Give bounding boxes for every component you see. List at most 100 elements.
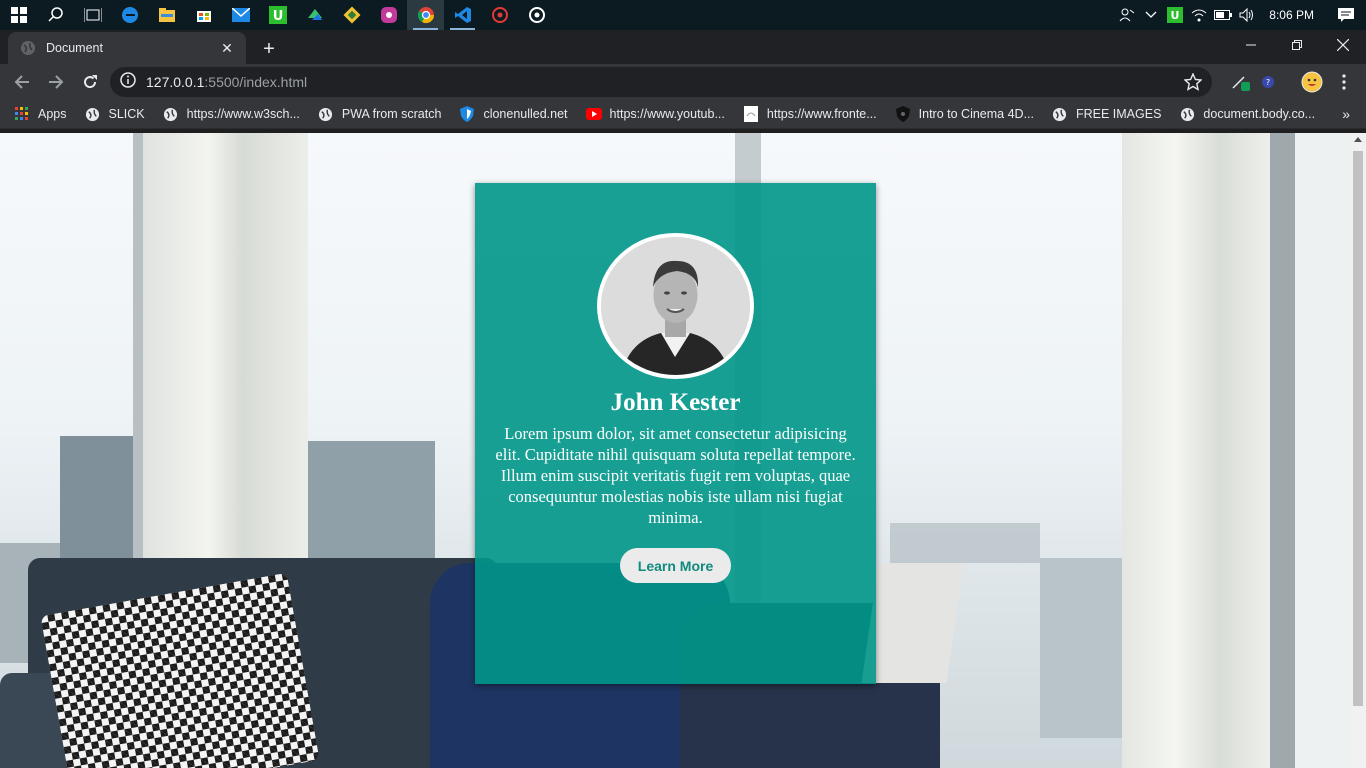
bookmark-label: SLICK — [108, 107, 145, 121]
curtain-right — [1122, 133, 1272, 768]
menu-icon[interactable] — [1330, 68, 1358, 96]
window-frame — [1270, 133, 1295, 768]
page-icon — [743, 106, 759, 122]
notifications-icon[interactable] — [1326, 0, 1366, 30]
git-icon[interactable] — [333, 0, 370, 30]
minimize-button[interactable] — [1228, 30, 1274, 60]
svg-text:U: U — [1171, 9, 1180, 22]
globe-icon — [20, 40, 36, 56]
globe-icon — [85, 106, 101, 122]
url-host: 127.0.0.1 — [146, 74, 205, 90]
bookmark-label: clonenulled.net — [483, 107, 568, 121]
bookmark-document-body[interactable]: document.body.co... — [1179, 106, 1315, 122]
bookmark-pwa[interactable]: PWA from scratch — [318, 106, 442, 122]
forward-button[interactable] — [40, 66, 72, 98]
svg-text:U: U — [272, 9, 283, 24]
windows-start-icon[interactable] — [0, 0, 37, 30]
close-tab-icon[interactable]: ✕ — [218, 39, 236, 57]
store-icon[interactable] — [185, 0, 222, 30]
extension-icon[interactable] — [1226, 68, 1254, 96]
more-bookmarks-icon[interactable]: » — [1342, 106, 1350, 122]
upwork-tray-icon[interactable]: U — [1163, 0, 1187, 30]
globe-icon — [163, 106, 179, 122]
tab-strip: Document ✕ + — [0, 30, 1366, 64]
mail-icon[interactable] — [222, 0, 259, 30]
bookmark-label: document.body.co... — [1203, 107, 1316, 121]
bookmark-label: FREE IMAGES — [1075, 107, 1162, 121]
upwork-icon[interactable]: U — [259, 0, 296, 30]
browser-toolbar: 127.0.0.1:5500/index.html ? — [0, 64, 1366, 100]
volume-icon[interactable] — [1235, 0, 1259, 30]
bookmark-label: https://www.youtub... — [609, 107, 725, 121]
close-window-button[interactable] — [1320, 30, 1366, 60]
hills-shape — [890, 523, 1040, 563]
new-tab-button[interactable]: + — [258, 38, 280, 60]
bookmark-label: https://www.w3sch... — [186, 107, 300, 121]
extension-2-icon[interactable]: ? — [1254, 68, 1282, 96]
bookmark-label: PWA from scratch — [341, 107, 442, 121]
search-icon[interactable] — [37, 0, 74, 30]
scroll-up-icon[interactable] — [1354, 137, 1362, 142]
app-red-icon[interactable] — [481, 0, 518, 30]
scroll-thumb[interactable] — [1353, 151, 1363, 706]
restore-button[interactable] — [1274, 30, 1320, 60]
clock[interactable]: 8:06 PM — [1259, 8, 1326, 22]
building-shape — [60, 436, 140, 576]
edge-icon[interactable] — [111, 0, 148, 30]
page-viewport: John Kester Lorem ipsum dolor, sit amet … — [0, 133, 1350, 768]
laptop — [861, 563, 964, 683]
url-text[interactable]: 127.0.0.1:5500/index.html — [146, 74, 307, 90]
svg-text:?: ? — [1266, 78, 1270, 87]
bookmark-clonenulled[interactable]: clonenulled.net — [459, 106, 568, 122]
bookmark-cinema4d[interactable]: Intro to Cinema 4D... — [895, 106, 1034, 122]
bookmark-label: Apps — [38, 107, 67, 121]
building-shape — [305, 441, 435, 566]
card-description: Lorem ipsum dolor, sit amet consectetur … — [495, 424, 856, 527]
app-icon[interactable] — [296, 0, 333, 30]
system-tray: U 8:06 PM — [1115, 0, 1366, 30]
card-name: John Kester — [610, 389, 741, 416]
profile-avatar-image — [597, 233, 754, 379]
shield-icon — [459, 106, 475, 122]
tab-title: Document — [46, 41, 103, 55]
app-purple-icon[interactable] — [370, 0, 407, 30]
info-icon[interactable] — [120, 71, 136, 93]
globe-icon — [1052, 106, 1068, 122]
battery-icon[interactable] — [1211, 0, 1235, 30]
profile-avatar[interactable] — [1298, 68, 1326, 96]
chrome-icon[interactable] — [407, 0, 444, 30]
cinema4d-icon — [895, 106, 911, 122]
wall — [1295, 133, 1350, 768]
bookmark-star-icon[interactable] — [1183, 72, 1203, 96]
vscode-icon[interactable] — [444, 0, 481, 30]
bookmark-label: Intro to Cinema 4D... — [918, 107, 1034, 121]
youtube-icon — [585, 106, 602, 122]
address-bar[interactable]: 127.0.0.1:5500/index.html — [110, 67, 1212, 97]
task-view-icon[interactable] — [74, 0, 111, 30]
wifi-icon[interactable] — [1187, 0, 1211, 30]
bookmark-apps[interactable]: Apps — [14, 106, 67, 122]
bookmark-youtube[interactable]: https://www.youtub... — [585, 106, 725, 122]
bookmark-slick[interactable]: SLICK — [85, 106, 145, 122]
tab-document[interactable]: Document ✕ — [8, 32, 246, 64]
file-explorer-icon[interactable] — [148, 0, 185, 30]
profile-card: John Kester Lorem ipsum dolor, sit amet … — [475, 183, 876, 684]
bookmark-w3schools[interactable]: https://www.w3sch... — [163, 106, 300, 122]
page-scrollbar[interactable] — [1350, 133, 1366, 768]
back-button[interactable] — [6, 66, 38, 98]
people-icon[interactable] — [1115, 0, 1139, 30]
app-circle-icon[interactable] — [518, 0, 555, 30]
bookmark-frontend[interactable]: https://www.fronte... — [743, 106, 877, 122]
apps-grid-icon — [14, 106, 30, 122]
learn-more-button[interactable]: Learn More — [620, 548, 731, 583]
globe-icon — [318, 106, 334, 122]
bookmark-free-images[interactable]: FREE IMAGES — [1052, 106, 1161, 122]
chevron-up-icon[interactable] — [1139, 0, 1163, 30]
bookmarks-bar: Apps SLICK https://www.w3sch... PWA from… — [0, 100, 1366, 129]
bookmark-label: https://www.fronte... — [766, 107, 877, 121]
reload-button[interactable] — [74, 66, 106, 98]
windows-taskbar: U U 8:06 PM — [0, 0, 1366, 30]
building-shape — [1040, 558, 1125, 738]
url-path: :5500/index.html — [204, 74, 308, 90]
globe-icon — [1179, 106, 1195, 122]
